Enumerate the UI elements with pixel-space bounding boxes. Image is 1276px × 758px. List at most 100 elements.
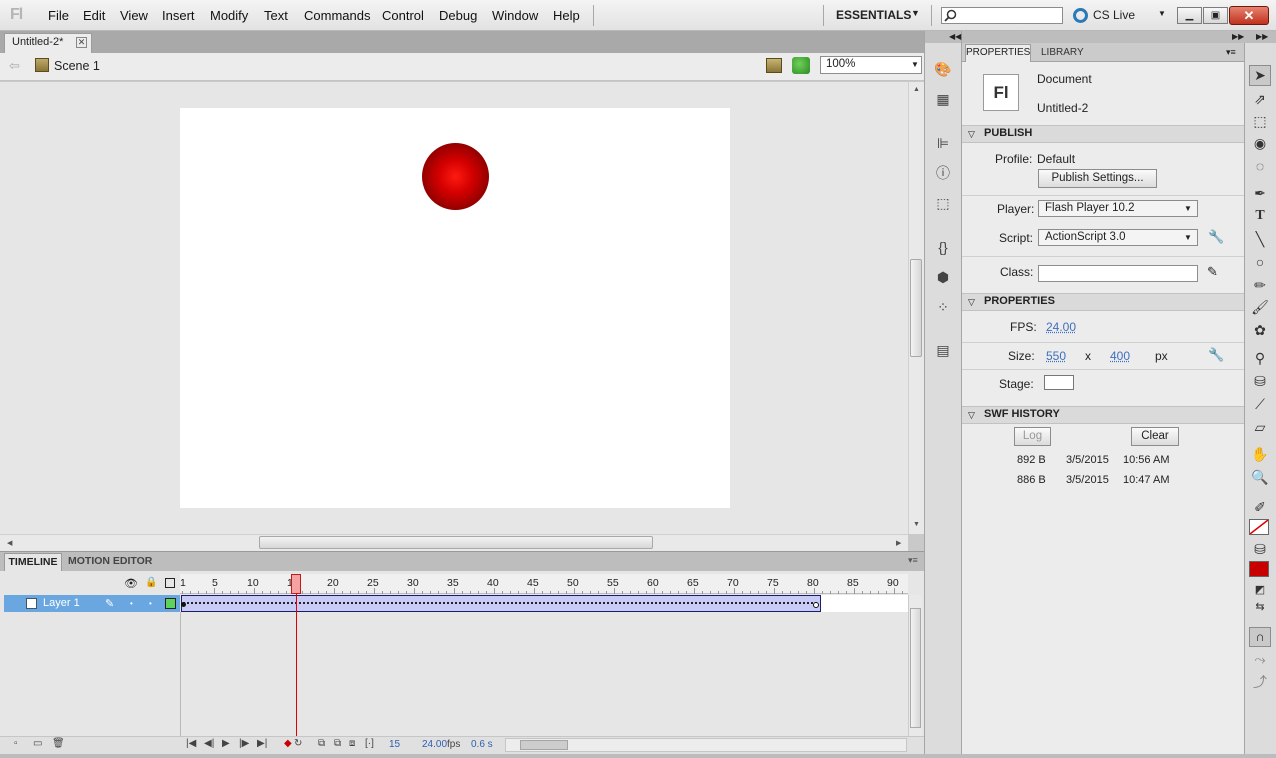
disclosure-triangle-icon[interactable]: ▽ (968, 410, 975, 421)
align-icon[interactable]: ⊫ (934, 135, 952, 151)
scroll-left-icon[interactable]: ◀ (7, 539, 12, 547)
text-tool-icon[interactable]: T (1250, 207, 1270, 225)
delete-layer-icon[interactable]: 🗑 (52, 738, 65, 749)
stroke-color-icon[interactable]: ✐ (1250, 498, 1270, 516)
workspace-switcher[interactable]: ESSENTIALS (836, 8, 911, 22)
scroll-down-icon[interactable]: ▼ (913, 521, 920, 528)
modify-markers-icon[interactable]: [·] (365, 738, 374, 749)
bone-tool-icon[interactable]: ⚲ (1250, 349, 1270, 367)
end-keyframe[interactable] (813, 602, 819, 608)
width-field[interactable]: 550 (1046, 349, 1066, 363)
hand-tool-icon[interactable]: ✋ (1250, 445, 1270, 463)
line-tool-icon[interactable]: ╲ (1250, 230, 1270, 248)
class-input[interactable] (1038, 265, 1198, 282)
tab-timeline[interactable]: TIMELINE (4, 553, 62, 571)
loop-icon[interactable]: ↻ (294, 738, 302, 749)
transform-icon[interactable]: ⬚ (934, 195, 952, 211)
actions-icon[interactable]: {} (934, 239, 952, 255)
close-icon[interactable]: ✕ (76, 37, 87, 48)
layer-name[interactable]: Layer 1 (43, 597, 80, 609)
timeline-hscroll-thumb[interactable] (520, 740, 568, 750)
pen-tool-icon[interactable]: ✒ (1250, 184, 1270, 202)
lock-dot-icon[interactable]: • (149, 599, 152, 608)
scroll-right-icon[interactable]: ▶ (896, 539, 901, 547)
pencil-icon[interactable]: ✎ (1207, 264, 1218, 280)
chevron-down-icon[interactable]: ▼ (1158, 9, 1166, 18)
onion-outlines-icon[interactable]: ⧉ (334, 738, 341, 749)
script-select[interactable]: ActionScript 3.0 (1038, 229, 1198, 246)
smooth-icon[interactable]: ⤳ (1250, 650, 1270, 668)
edit-scene-icon[interactable] (766, 58, 782, 73)
scene-breadcrumb[interactable]: Scene 1 (54, 59, 100, 73)
chevron-down-icon[interactable]: ▼ (1184, 204, 1192, 213)
swatches-icon[interactable]: ▦ (934, 91, 952, 107)
new-layer-icon[interactable]: ▫ (14, 738, 18, 749)
lasso-icon[interactable]: ◌ (1250, 157, 1270, 175)
fps-value[interactable]: 24.00 (422, 739, 447, 750)
maximize-button[interactable]: ▣ (1203, 7, 1228, 24)
chevron-down-icon[interactable]: ▼ (1184, 233, 1192, 242)
chevron-down-icon[interactable]: ▼ (911, 8, 920, 18)
start-keyframe[interactable] (181, 602, 186, 607)
swap-colors-icon[interactable]: ⇆ (1250, 598, 1270, 616)
new-folder-icon[interactable]: ▭ (33, 738, 42, 749)
vertical-scroll-thumb[interactable] (910, 259, 922, 357)
height-field[interactable]: 400 (1110, 349, 1130, 363)
chevron-down-icon[interactable]: ▼ (911, 60, 919, 69)
pencil-tool-icon[interactable]: ✏ (1250, 276, 1270, 294)
wrench-icon[interactable]: 🔧 (1208, 229, 1224, 245)
menu-debug[interactable]: Debug (439, 8, 477, 23)
menu-control[interactable]: Control (382, 8, 424, 23)
clear-button[interactable]: Clear (1131, 427, 1179, 446)
menu-help[interactable]: Help (553, 8, 580, 23)
menu-edit[interactable]: Edit (83, 8, 105, 23)
red-ball[interactable] (422, 143, 489, 210)
eyedropper-icon[interactable]: ⟋ (1250, 395, 1270, 413)
log-button[interactable]: Log (1014, 427, 1051, 446)
playhead[interactable] (291, 574, 301, 594)
play-icon[interactable]: ▶ (222, 738, 230, 749)
info-icon[interactable]: ⓘ (934, 165, 952, 181)
menu-insert[interactable]: Insert (162, 8, 195, 23)
free-transform-icon[interactable]: ⬚ (1250, 112, 1270, 130)
tab-motion-editor[interactable]: MOTION EDITOR (68, 555, 152, 567)
project-icon[interactable]: ▤ (934, 342, 952, 358)
menu-text[interactable]: Text (264, 8, 288, 23)
tab-properties[interactable]: PROPERTIES (965, 44, 1031, 62)
edit-symbols-icon[interactable] (792, 57, 810, 74)
step-forward-icon[interactable]: |▶ (239, 738, 249, 749)
goto-first-frame-icon[interactable]: |◀ (186, 738, 196, 749)
subselection-tool-icon[interactable]: ⇗ (1250, 90, 1270, 108)
paint-bucket-icon[interactable]: ⛁ (1250, 372, 1270, 390)
minimize-button[interactable]: ▁ (1177, 7, 1202, 24)
publish-settings-button[interactable]: Publish Settings... (1038, 169, 1157, 188)
wrench-icon[interactable]: 🔧 (1208, 347, 1224, 363)
deco-tool-icon[interactable]: ✿ (1250, 321, 1270, 339)
menu-commands[interactable]: Commands (304, 8, 370, 23)
timeline-scroll-thumb[interactable] (910, 608, 921, 728)
current-frame-value[interactable]: 15 (389, 739, 400, 750)
motion-presets-icon[interactable]: ⁘ (934, 299, 952, 315)
disclosure-triangle-icon[interactable]: ▽ (968, 129, 975, 140)
snap-to-objects-icon[interactable]: ∩ (1249, 627, 1271, 647)
eraser-icon[interactable]: ▱ (1250, 418, 1270, 436)
zoom-tool-icon[interactable]: 🔍 (1250, 468, 1270, 486)
search-input[interactable] (941, 7, 1063, 24)
horizontal-scroll-thumb[interactable] (259, 536, 653, 549)
tab-library[interactable]: LIBRARY (1041, 47, 1084, 58)
layer-color-icon[interactable] (165, 598, 176, 609)
collapse-icon[interactable]: ◀◀ (949, 32, 961, 41)
panel-menu-icon[interactable]: ▾≡ (908, 555, 918, 566)
black-white-icon[interactable]: ◩ (1250, 581, 1270, 599)
straighten-icon[interactable]: ⤴ (1250, 673, 1270, 691)
step-back-icon[interactable]: ◀| (204, 738, 214, 749)
menu-file[interactable]: File (48, 8, 69, 23)
player-select[interactable]: Flash Player 10.2 (1038, 200, 1198, 217)
center-frame-icon[interactable]: ◆ (284, 738, 292, 749)
stage-color-swatch[interactable] (1044, 375, 1074, 390)
close-window-button[interactable]: ✕ (1229, 6, 1269, 25)
fps-field[interactable]: 24.00 (1046, 320, 1076, 334)
disclosure-triangle-icon[interactable]: ▽ (968, 297, 975, 308)
panel-menu-icon[interactable]: ▾≡ (1226, 47, 1236, 58)
fill-color-swatch[interactable] (1249, 561, 1269, 577)
